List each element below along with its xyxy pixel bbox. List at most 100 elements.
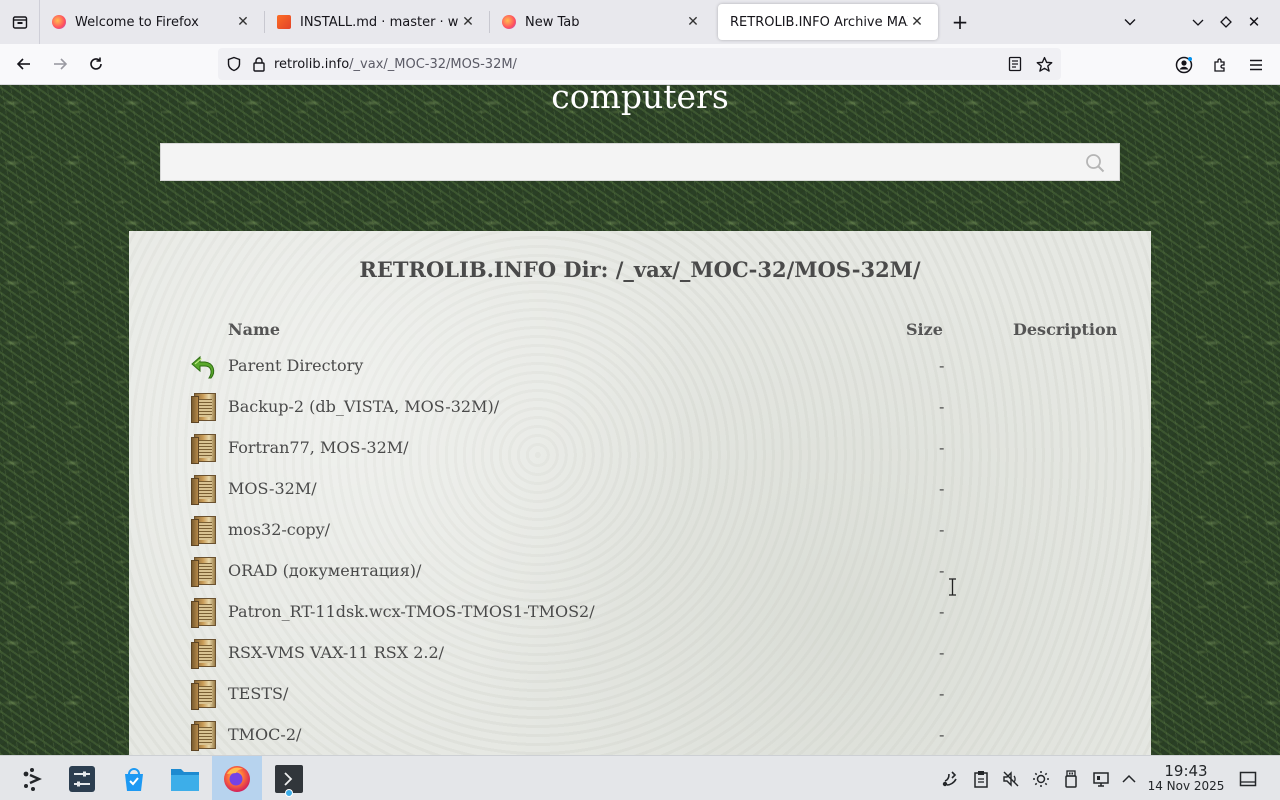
folder-icon <box>189 679 219 711</box>
tray-expand-icon <box>1122 774 1136 783</box>
entry-link[interactable]: ORAD (документация)/ <box>228 561 421 580</box>
tracking-protection-icon[interactable] <box>226 56 242 72</box>
list-item: RSX-VMS VAX-11 RSX 2.2/ - <box>129 634 1151 675</box>
back-button[interactable] <box>6 46 42 82</box>
url-bar-actions <box>1008 48 1055 80</box>
new-tab-button[interactable]: + <box>942 0 978 44</box>
entry-size: - <box>939 520 945 539</box>
folder-icon <box>189 433 219 465</box>
list-item: ORAD (документация)/ - <box>129 552 1151 593</box>
tab-title: INSTALL.md · master · wac <box>300 14 459 30</box>
folder-icon <box>189 638 219 670</box>
url-text[interactable]: retrolib.info/_vax/_MOC-32/MOS-32M/ <box>274 57 517 72</box>
firefox-favicon-icon <box>52 15 66 29</box>
list-item: Patron_RT-11dsk.wcx-TMOS-TMOS1-TMOS2/ - <box>129 593 1151 634</box>
discover-store-icon <box>125 767 143 791</box>
directory-title: RETROLIB.INFO Dir: /_vax/_MOC-32/MOS-32M… <box>359 257 921 282</box>
firefox-taskbar-button[interactable] <box>212 756 262 800</box>
file-manager-icon <box>171 768 199 791</box>
gitlab-favicon-icon <box>277 15 291 29</box>
window-close-button[interactable]: ✕ <box>1240 0 1268 44</box>
tab-welcome-firefox[interactable]: Welcome to Firefox ✕ <box>40 0 264 44</box>
column-header-size[interactable]: Size <box>906 320 943 339</box>
network-tray[interactable] <box>1086 756 1116 800</box>
maximize-icon <box>1220 16 1232 28</box>
file-manager-button[interactable] <box>160 756 210 800</box>
entry-size: - <box>939 643 945 662</box>
close-tab-icon[interactable]: ✕ <box>459 13 477 31</box>
app-menu-button[interactable] <box>1238 47 1274 83</box>
system-settings-button[interactable] <box>57 756 107 800</box>
list-item: Backup-2 (db_VISTA, MOS-32M)/ - <box>129 388 1151 429</box>
window-minimize-button[interactable] <box>1184 0 1212 44</box>
tab-install-md[interactable]: INSTALL.md · master · wac ✕ <box>265 0 489 44</box>
entry-link[interactable]: TMOC-2/ <box>228 725 301 744</box>
tab-title: Welcome to Firefox <box>75 14 199 30</box>
forward-button[interactable] <box>42 46 78 82</box>
volume-tray[interactable] <box>996 756 1026 800</box>
entry-link[interactable]: Parent Directory <box>228 356 363 375</box>
entry-size: - <box>939 397 945 416</box>
app-launcher-button[interactable] <box>8 756 58 800</box>
tray-expand-button[interactable] <box>1114 756 1144 800</box>
navigation-toolbar: retrolib.info/_vax/_MOC-32/MOS-32M/ <box>0 44 1280 85</box>
bookmark-star-icon[interactable] <box>1036 56 1053 73</box>
back-arrow-icon <box>189 351 219 383</box>
reload-button[interactable] <box>78 46 114 82</box>
terminal-taskbar-button[interactable] <box>264 756 314 800</box>
arrow-left-icon <box>16 58 30 70</box>
url-path: /_vax/_MOC-32/MOS-32M/ <box>349 56 517 72</box>
entry-size: - <box>939 561 945 580</box>
entry-link[interactable]: Fortran77, MOS-32M/ <box>228 438 409 457</box>
show-desktop-button[interactable] <box>1233 756 1263 800</box>
chevron-down-icon <box>1124 19 1136 26</box>
entry-link[interactable]: Backup-2 (db_VISTA, MOS-32M)/ <box>228 397 499 416</box>
account-icon <box>1175 56 1193 73</box>
entry-link[interactable]: Patron_RT-11dsk.wcx-TMOS-TMOS1-TMOS2/ <box>228 602 595 621</box>
column-header-description[interactable]: Description <box>1013 320 1117 339</box>
hamburger-menu-icon <box>1250 59 1262 70</box>
discover-store-button[interactable] <box>109 756 159 800</box>
list-item: MOS-32M/ - <box>129 470 1151 511</box>
reader-view-icon[interactable] <box>1008 56 1022 72</box>
firefox-view-button[interactable] <box>0 0 40 44</box>
entry-link[interactable]: RSX-VMS VAX-11 RSX 2.2/ <box>228 643 444 662</box>
digital-clock[interactable]: 19:43 14 Nov 2025 <box>1142 763 1230 794</box>
search-icon[interactable] <box>1085 153 1105 177</box>
network-icon <box>1093 771 1109 787</box>
toolbar-right <box>1166 44 1280 85</box>
list-all-tabs-button[interactable] <box>1112 0 1148 44</box>
show-desktop-icon <box>1239 771 1257 786</box>
close-tab-icon[interactable]: ✕ <box>684 13 702 31</box>
entry-size: - <box>939 479 945 498</box>
entry-link[interactable]: MOS-32M/ <box>228 479 317 498</box>
close-tab-icon[interactable]: ✕ <box>234 13 252 31</box>
tab-retrolib[interactable]: RETROLIB.INFO Archive MAXIC ✕ <box>718 4 938 40</box>
lock-icon[interactable] <box>252 56 266 72</box>
brightness-tray[interactable] <box>1026 756 1056 800</box>
list-item: Fortran77, MOS-32M/ - <box>129 429 1151 470</box>
directory-listing-panel: RETROLIB.INFO Dir: /_vax/_MOC-32/MOS-32M… <box>129 231 1151 755</box>
tab-bar: Welcome to Firefox ✕ INSTALL.md · master… <box>0 0 1280 44</box>
entry-link[interactable]: TESTS/ <box>228 684 288 703</box>
list-item: Parent Directory - <box>129 347 1151 388</box>
tab-new-tab[interactable]: New Tab ✕ <box>490 0 714 44</box>
url-bar[interactable]: retrolib.info/_vax/_MOC-32/MOS-32M/ <box>218 48 1061 80</box>
arrow-right-icon <box>54 58 68 70</box>
window-maximize-button[interactable] <box>1212 0 1240 44</box>
entry-link[interactable]: mos32-copy/ <box>228 520 330 539</box>
account-button[interactable] <box>1166 47 1202 83</box>
column-header-name[interactable]: Name <box>228 320 280 339</box>
usb-device-tray[interactable] <box>1056 756 1086 800</box>
close-tab-icon[interactable]: ✕ <box>908 13 926 31</box>
site-heading: computers <box>551 85 729 116</box>
tab-title: RETROLIB.INFO Archive MAXIC <box>730 14 908 30</box>
clipboard-tray[interactable] <box>966 756 996 800</box>
search-input[interactable] <box>160 143 1120 181</box>
firefox-icon <box>224 765 250 792</box>
extensions-button[interactable] <box>1202 47 1238 83</box>
kde-connect-tray[interactable] <box>935 756 965 800</box>
clock-date: 14 Nov 2025 <box>1147 779 1225 793</box>
plus-icon: + <box>951 10 969 34</box>
page-content: computers RETROLIB.INFO Dir: /_vax/_MOC-… <box>0 85 1280 755</box>
